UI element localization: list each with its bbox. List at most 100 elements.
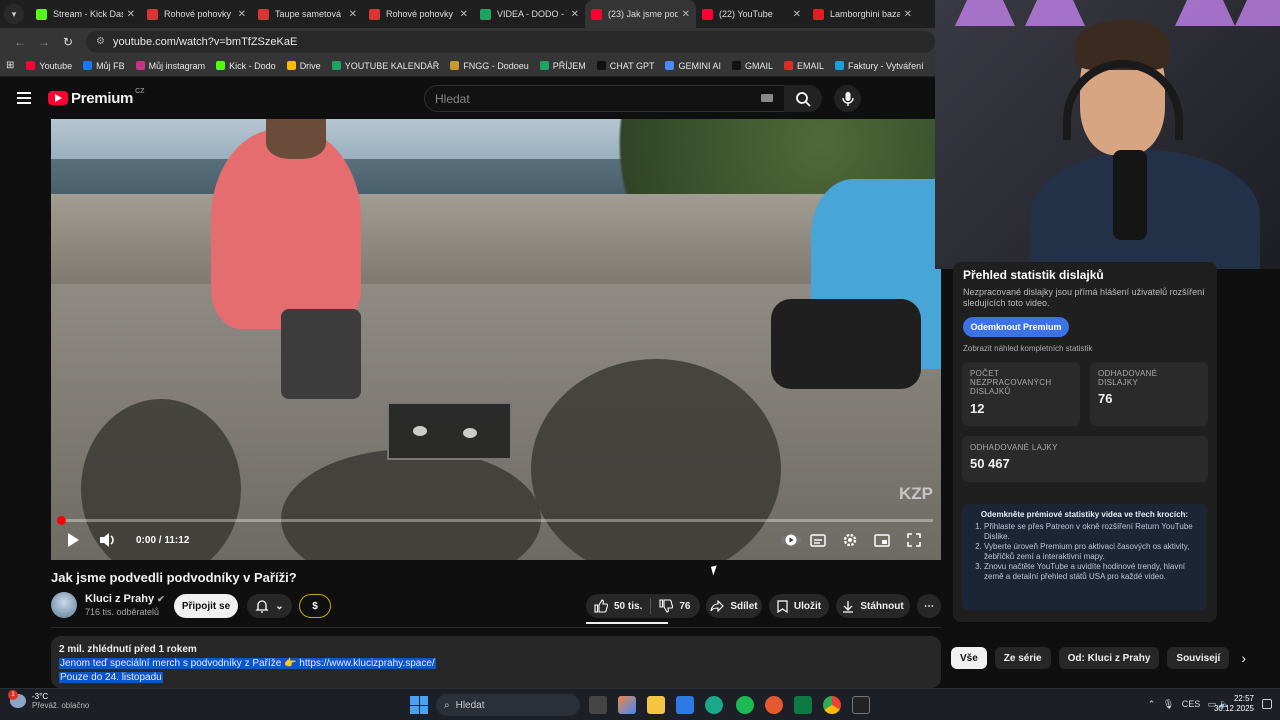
video-player[interactable]: KZP 0:00 / 11:12	[51, 119, 941, 560]
bookmark-item[interactable]: FNGG - Dodoeu	[450, 61, 529, 71]
estimated-likes-value: 50 467	[970, 456, 1010, 472]
thanks-button[interactable]: $	[299, 594, 331, 618]
browser-tab[interactable]: Stream - Kick Dash ✕	[30, 0, 141, 28]
browser-tab[interactable]: (22) YouTube ✕	[696, 0, 807, 28]
chrome-icon[interactable]	[823, 696, 841, 714]
bookmark-item[interactable]: Můj instagram	[135, 61, 205, 71]
description-box[interactable]: 2 mil. zhlédnutí před 1 rokem Jenom teď …	[51, 636, 941, 688]
join-button[interactable]: Připojit se	[174, 594, 238, 618]
task-view-icon[interactable]	[589, 696, 607, 714]
autoplay-toggle[interactable]	[781, 529, 801, 551]
close-icon[interactable]: ✕	[349, 9, 357, 20]
filter-chip[interactable]: Vše	[951, 647, 987, 669]
like-button[interactable]: 50 tis.	[594, 599, 642, 613]
chevron-right-icon[interactable]: ›	[1241, 650, 1246, 666]
apps-grid-icon[interactable]: ⊞	[6, 60, 14, 71]
filter-chip[interactable]: Ze série	[994, 647, 1051, 669]
language-indicator[interactable]: CES	[1182, 699, 1201, 709]
windows-start-icon[interactable]	[410, 696, 428, 714]
channel-avatar[interactable]	[51, 592, 77, 618]
miniplayer-button[interactable]	[872, 529, 892, 551]
more-actions-button[interactable]: ⋯	[917, 594, 941, 618]
download-button[interactable]: Stáhnout	[836, 594, 910, 618]
search-input[interactable]: Hledat	[424, 85, 786, 112]
system-clock[interactable]: 22:57 30.12.2025	[1214, 694, 1254, 715]
bookmark-favicon-icon	[783, 61, 793, 70]
bookmark-item[interactable]: GEMINI AI	[665, 61, 721, 71]
menu-icon[interactable]	[17, 92, 31, 104]
like-count: 50 tis.	[614, 600, 643, 612]
close-icon[interactable]: ✕	[904, 9, 912, 20]
excel-icon[interactable]	[794, 696, 812, 714]
volume-button[interactable]	[97, 529, 119, 551]
browser-tab[interactable]: (23) Jak jsme pod ✕	[585, 0, 696, 28]
subscription-bell-button[interactable]: ⌄	[247, 594, 292, 618]
bookmark-item[interactable]: CHAT GPT	[596, 61, 654, 71]
store-icon[interactable]	[676, 696, 694, 714]
browser-tab[interactable]: Taupe sametová ✕	[252, 0, 363, 28]
epic-games-icon[interactable]	[852, 696, 870, 714]
microphone-icon[interactable]: 🎙	[1163, 699, 1174, 709]
keyboard-icon[interactable]	[761, 94, 773, 102]
browser-tab[interactable]: VIDEA - DODO - T ✕	[474, 0, 585, 28]
gear-icon	[843, 533, 857, 547]
bookmark-item[interactable]: Kick - Dodo	[216, 61, 276, 71]
browser-tab[interactable]: Rohové pohovky ✕	[141, 0, 252, 28]
search-button[interactable]	[784, 85, 822, 112]
progress-bar[interactable]	[57, 516, 933, 525]
channel-name[interactable]: Kluci z Prahy	[85, 593, 154, 605]
filter-chip[interactable]: Od: Kluci z Prahy	[1058, 647, 1160, 669]
taskbar-search[interactable]: ⌕ Hledat	[436, 694, 580, 716]
tab-title: Taupe sametová	[275, 9, 342, 19]
chevron-up-icon[interactable]: ⌃	[1148, 699, 1156, 709]
reload-icon[interactable]: ↻	[56, 35, 80, 49]
browser-tab[interactable]: Lamborghini baza ✕	[807, 0, 918, 28]
bookmark-item[interactable]: GMAIL	[731, 61, 773, 71]
unlock-premium-button[interactable]: Odemknout Premium	[963, 316, 1069, 337]
bookmark-item[interactable]: Drive	[286, 61, 321, 71]
progress-scrubber[interactable]	[57, 516, 66, 525]
close-icon[interactable]: ✕	[460, 9, 468, 20]
tab-search-dropdown[interactable]: ▾	[4, 4, 24, 24]
notifications-icon[interactable]	[1262, 699, 1272, 709]
site-info-icon[interactable]: ⚙	[96, 36, 105, 47]
premium-promo-box: Odemkněte prémiové statistiky videa ve t…	[962, 504, 1207, 610]
close-icon[interactable]: ✕	[238, 9, 246, 20]
url-field[interactable]: ⚙ youtube.com/watch?v=bmTfZSzeKaE	[86, 30, 935, 53]
raw-dislikes-label: POČET NEZPRACOVANÝCH DISLAJKŮ	[970, 369, 1052, 397]
close-icon[interactable]: ✕	[793, 9, 801, 20]
thumbs-down-icon	[659, 599, 674, 613]
youtube-logo[interactable]: Premium CZ	[48, 88, 144, 107]
spotify-icon[interactable]	[736, 696, 754, 714]
forward-icon[interactable]: →	[32, 35, 56, 49]
save-button[interactable]: Uložit	[769, 594, 829, 618]
bookmark-item[interactable]: YOUTUBE KALENDÁŘ	[331, 61, 439, 71]
close-icon[interactable]: ✕	[571, 9, 579, 20]
bookmark-item[interactable]: EMAIL	[783, 61, 824, 71]
full-stats-link[interactable]: Zobrazit náhled kompletních statistik	[963, 344, 1207, 353]
subtitles-button[interactable]	[808, 529, 828, 551]
url-text: youtube.com/watch?v=bmTfZSzeKaE	[112, 35, 298, 48]
dislike-button[interactable]: 76	[659, 599, 690, 613]
browser-tab[interactable]: Rohové pohovky ✕	[363, 0, 474, 28]
bookmark-item[interactable]: PŘÍJEM	[539, 61, 586, 71]
back-icon[interactable]: ←	[8, 35, 32, 49]
bookmark-item[interactable]: Můj FB	[83, 61, 125, 71]
weather-widget[interactable]: 1 -3°C Převáž. oblačno	[8, 690, 89, 710]
play-button[interactable]	[63, 529, 83, 551]
fullscreen-button[interactable]	[904, 529, 924, 551]
tab-favicon-icon	[813, 8, 824, 20]
close-icon[interactable]: ✕	[682, 9, 690, 20]
app-icon[interactable]	[765, 696, 783, 714]
voice-search-button[interactable]	[834, 85, 861, 112]
close-icon[interactable]: ✕	[127, 9, 135, 20]
share-button[interactable]: Sdílet	[706, 594, 762, 618]
bookmark-item[interactable]: Faktury - Vytváření	[835, 61, 924, 71]
filter-chip[interactable]: Souvisejí	[1167, 647, 1230, 669]
settings-button[interactable]	[840, 529, 860, 551]
video-person-pink-shirt	[211, 129, 361, 329]
edge-icon[interactable]	[705, 696, 723, 714]
copilot-icon[interactable]	[618, 696, 636, 714]
bookmark-item[interactable]: Youtube	[26, 61, 72, 71]
file-explorer-icon[interactable]	[647, 696, 665, 714]
